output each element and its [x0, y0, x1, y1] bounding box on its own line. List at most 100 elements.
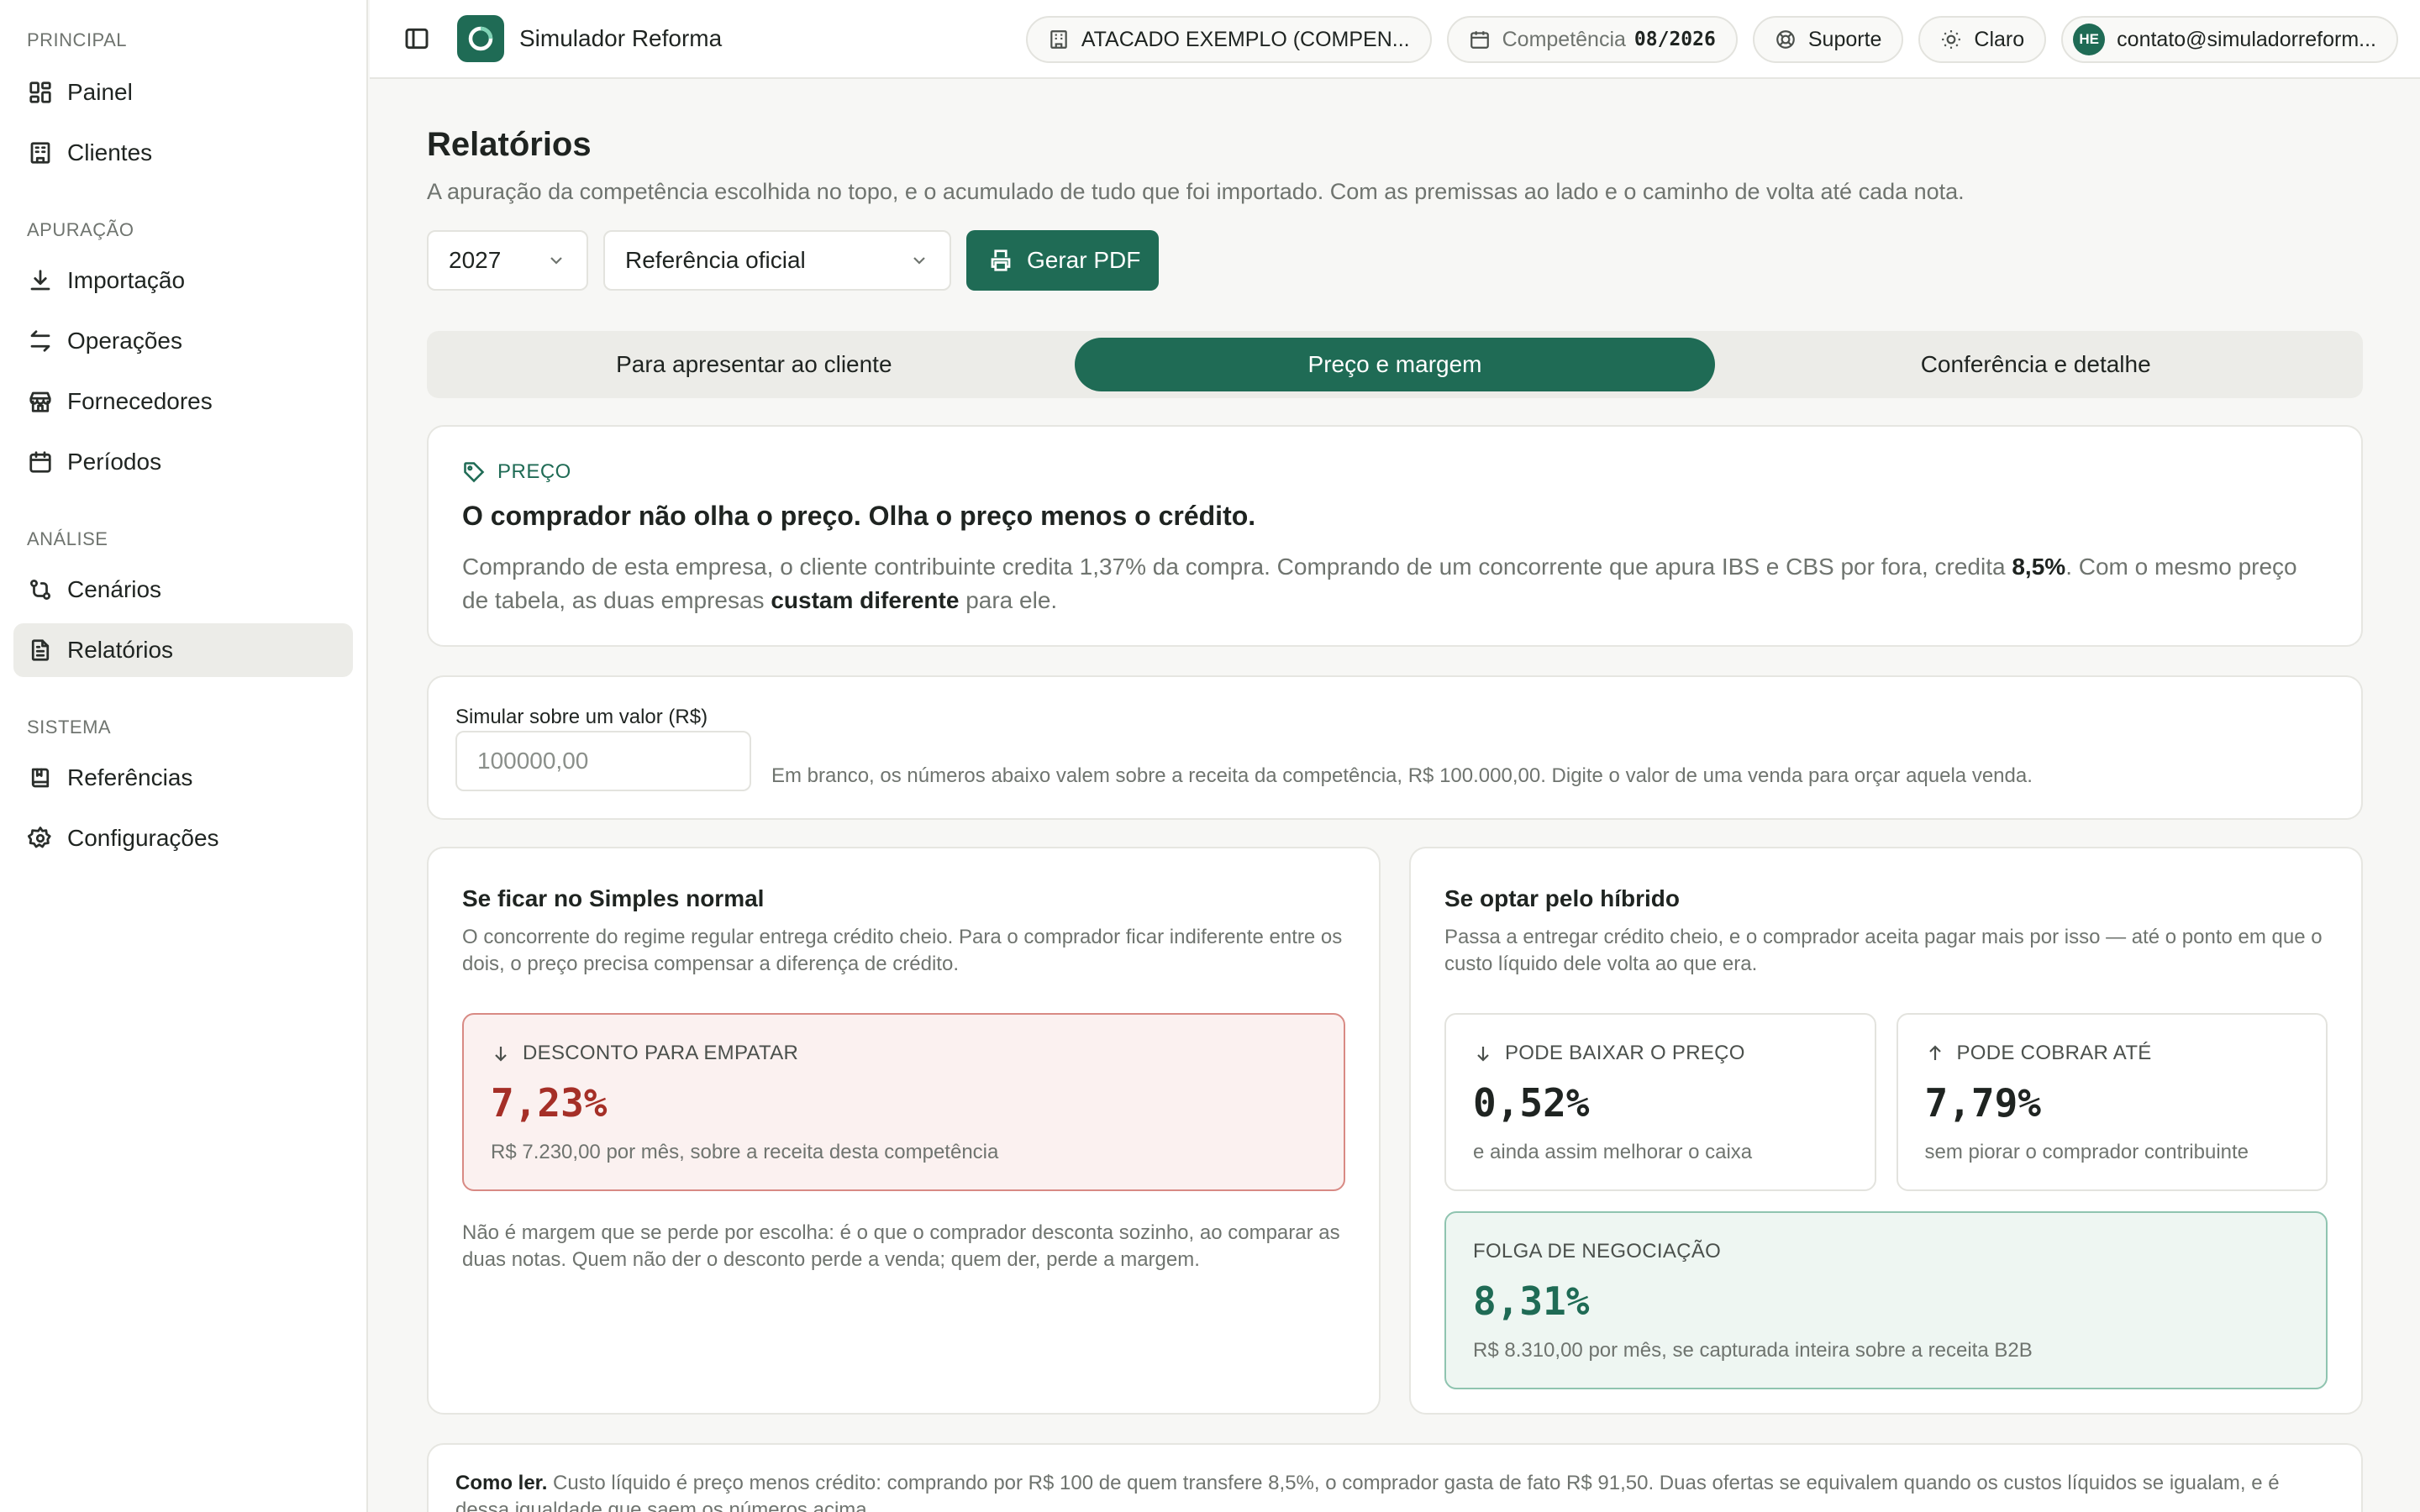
theme-toggle[interactable]: Claro: [1918, 16, 2047, 63]
gear-icon: [27, 825, 54, 852]
sidebar-item-clientes[interactable]: Clientes: [13, 126, 353, 180]
store-icon: [27, 388, 54, 415]
price-body-text: para ele.: [959, 587, 1058, 613]
price-body-highlight: custam diferente: [771, 587, 960, 613]
reference-value: Referência oficial: [625, 247, 806, 273]
tab-conferencia-detalhe[interactable]: Conferência e detalhe: [1715, 338, 2356, 391]
user-menu[interactable]: HE contato@simuladorreform...: [2061, 16, 2398, 63]
hibrido-card: Se optar pelo híbrido Passa a entregar c…: [1409, 847, 2363, 1415]
how-to-read-card: Como ler. Custo líquido é preço menos cr…: [427, 1443, 2363, 1512]
generate-pdf-button[interactable]: Gerar PDF: [966, 230, 1160, 291]
sidebar-item-label: Referências: [67, 764, 193, 790]
price-body: Comprando de esta empresa, o cliente con…: [462, 550, 2328, 617]
sidebar-item-label: Importação: [67, 267, 186, 293]
sidebar-group-title: APURAÇÃO: [27, 219, 134, 240]
raise-price-label-text: PODE COBRAR ATÉ: [1956, 1042, 2152, 1064]
discount-label: DESCONTO PARA EMPATAR: [491, 1042, 1317, 1065]
competencia-selector[interactable]: Competência 08/2026: [1446, 16, 1738, 63]
dashboard-icon: [27, 79, 54, 106]
building-icon: [27, 139, 54, 166]
lower-price-label: PODE BAIXAR O PREÇO: [1473, 1042, 1848, 1065]
sidebar-item-label: Períodos: [67, 449, 162, 475]
simples-title: Se ficar no Simples normal: [462, 885, 765, 911]
sidebar-item-label: Configurações: [67, 825, 219, 851]
sidebar-item-label: Painel: [67, 79, 133, 105]
company-selector[interactable]: ATACADO EXEMPLO (COMPEN...: [1025, 16, 1432, 63]
price-tag-label: PREÇO: [497, 460, 571, 483]
panel-left-icon: [405, 28, 429, 50]
download-icon: [27, 267, 54, 294]
life-buoy-icon: [1776, 30, 1795, 49]
simples-foot: Não é margem que se perde por escolha: é…: [462, 1221, 1340, 1271]
sidebar-item-label: Operações: [67, 328, 182, 354]
lower-price-label-text: PODE BAIXAR O PREÇO: [1505, 1042, 1745, 1064]
tab-preco-margem[interactable]: Preço e margem: [1074, 338, 1716, 391]
discount-label-text: DESCONTO PARA EMPATAR: [523, 1042, 799, 1064]
price-body-highlight: 8,5%: [2012, 554, 2066, 580]
sidebar-item-periodos[interactable]: Períodos: [13, 435, 353, 489]
sidebar-item-relatorios[interactable]: Relatórios: [13, 623, 353, 677]
competencia-label: Competência: [1502, 27, 1626, 51]
topbar: Simulador Reforma ATACADO EXEMPLO (COMPE…: [370, 0, 2420, 79]
slack-note: R$ 8.310,00 por mês, se capturada inteir…: [1473, 1339, 2033, 1362]
sidebar-item-cenarios[interactable]: Cenários: [13, 563, 353, 617]
printer-icon: [991, 249, 1011, 271]
price-headline: O comprador não olha o preço. Olha o pre…: [462, 501, 1256, 531]
simples-desc: O concorrente do regime regular entrega …: [462, 926, 1343, 975]
sidebar-toggle-button[interactable]: [398, 20, 435, 57]
raise-price-metric: PODE COBRAR ATÉ 7,79% sem piorar o compr…: [1896, 1013, 2328, 1191]
sidebar-item-importacao[interactable]: Importação: [13, 254, 353, 307]
lower-price-note: e ainda assim melhorar o caixa: [1473, 1141, 1753, 1163]
reference-select[interactable]: Referência oficial: [603, 230, 951, 291]
sidebar: PRINCIPAL Painel Clientes APURAÇÃO Impor…: [0, 0, 368, 1512]
slack-value: 8,31%: [1473, 1278, 1590, 1324]
sun-icon: [1942, 30, 1961, 49]
price-body-text: Comprando de esta empresa, o cliente con…: [462, 554, 2012, 580]
sidebar-group-title: PRINCIPAL: [27, 29, 128, 50]
discount-metric: DESCONTO PARA EMPATAR 7,23% R$ 7.230,00 …: [462, 1013, 1345, 1191]
arrow-down-icon: [495, 1047, 507, 1062]
sidebar-item-operacoes[interactable]: Operações: [13, 314, 353, 368]
sidebar-item-configuracoes[interactable]: Configurações: [13, 811, 353, 865]
discount-note: R$ 7.230,00 por mês, sobre a receita des…: [491, 1141, 999, 1163]
slack-label: FOLGA DE NEGOCIAÇÃO: [1473, 1240, 1722, 1263]
simulator-value-input[interactable]: 100000,00: [455, 731, 751, 791]
avatar: HE: [2073, 24, 2106, 55]
arrow-up-icon: [1928, 1045, 1941, 1060]
chevron-down-icon: [913, 257, 925, 265]
simulator-hint: Em branco, os números abaixo valem sobre…: [771, 764, 2033, 787]
support-button[interactable]: Suporte: [1752, 16, 1904, 63]
simples-card: Se ficar no Simples normal O concorrente…: [427, 847, 1381, 1415]
tab-apresentar-cliente[interactable]: Para apresentar ao cliente: [434, 338, 1075, 391]
sidebar-item-painel[interactable]: Painel: [13, 66, 353, 119]
app-logo: [457, 15, 504, 62]
company-name: ATACADO EXEMPLO (COMPEN...: [1081, 27, 1410, 51]
file-text-icon: [27, 637, 54, 664]
support-label: Suporte: [1807, 27, 1882, 51]
sidebar-item-fornecedores[interactable]: Fornecedores: [13, 375, 353, 428]
year-value: 2027: [449, 247, 502, 273]
price-card: PREÇO O comprador não olha o preço. Olha…: [427, 425, 2363, 647]
simulator-card: Simular sobre um valor (R$) 100000,00 Em…: [427, 675, 2363, 820]
competencia-value: 08/2026: [1634, 29, 1716, 50]
hibrido-desc: Passa a entregar crédito cheio, e o comp…: [1444, 926, 2323, 975]
raise-price-note: sem piorar o comprador contribuinte: [1924, 1141, 2249, 1163]
main-content: Relatórios A apuração da competência esc…: [427, 79, 2363, 1512]
sidebar-group-title: SISTEMA: [27, 717, 112, 738]
book-icon: [27, 764, 54, 791]
sidebar-item-referencias[interactable]: Referências: [13, 751, 353, 805]
git-compare-icon: [27, 576, 54, 603]
year-select[interactable]: 2027: [427, 230, 588, 291]
calendar-icon: [1470, 31, 1489, 49]
page-title: Relatórios: [427, 126, 592, 163]
raise-price-value: 7,79%: [1924, 1080, 2041, 1126]
lower-price-value: 0,52%: [1473, 1080, 1590, 1126]
app-title: Simulador Reforma: [519, 25, 723, 51]
arrow-down-icon: [1477, 1047, 1489, 1062]
raise-price-label: PODE COBRAR ATÉ: [1925, 1042, 2300, 1065]
howto-text: Custo líquido é preço menos crédito: com…: [455, 1472, 2280, 1512]
lower-price-metric: PODE BAIXAR O PREÇO 0,52% e ainda assim …: [1444, 1013, 1876, 1191]
arrows-exchange-icon: [27, 328, 54, 354]
discount-value: 7,23%: [491, 1080, 608, 1126]
negotiation-slack-metric: FOLGA DE NEGOCIAÇÃO 8,31% R$ 8.310,00 po…: [1444, 1211, 2328, 1389]
